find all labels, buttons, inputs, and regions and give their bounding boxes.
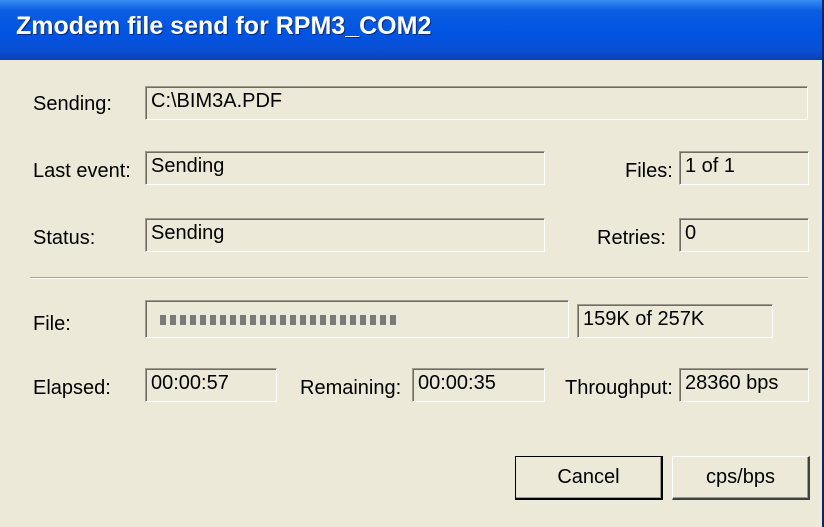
files-field: 1 of 1 — [679, 151, 809, 185]
progress-fill — [160, 315, 396, 325]
status-field: Sending — [145, 218, 545, 252]
cancel-button[interactable]: Cancel — [515, 456, 663, 500]
file-progress-bar — [145, 300, 569, 338]
files-label: Files: — [625, 160, 673, 182]
remaining-field: 00:00:35 — [412, 368, 545, 402]
last-event-label: Last event: — [33, 160, 131, 182]
sending-field: C:\BIM3A.PDF — [145, 86, 808, 120]
file-size-field: 159K of 257K — [577, 304, 773, 338]
retries-field: 0 — [679, 218, 809, 252]
remaining-label: Remaining: — [300, 377, 402, 399]
title-bar[interactable]: Zmodem file send for RPM3_COM2 — [0, 0, 822, 60]
throughput-field: 28360 bps — [679, 368, 809, 402]
status-label: Status: — [33, 227, 96, 249]
last-event-field: Sending — [145, 151, 545, 185]
retries-label: Retries: — [597, 227, 666, 249]
window-title: Zmodem file send for RPM3_COM2 — [16, 12, 432, 40]
sending-label: Sending: — [33, 93, 112, 115]
zmodem-dialog: Zmodem file send for RPM3_COM2 Sending: … — [0, 0, 824, 527]
progress-track — [160, 315, 552, 325]
section-divider — [30, 277, 808, 279]
elapsed-label: Elapsed: — [33, 377, 111, 399]
elapsed-field: 00:00:57 — [145, 368, 277, 402]
cps-bps-button[interactable]: cps/bps — [672, 456, 810, 500]
file-label: File: — [33, 313, 71, 335]
throughput-label: Throughput: — [565, 377, 673, 399]
